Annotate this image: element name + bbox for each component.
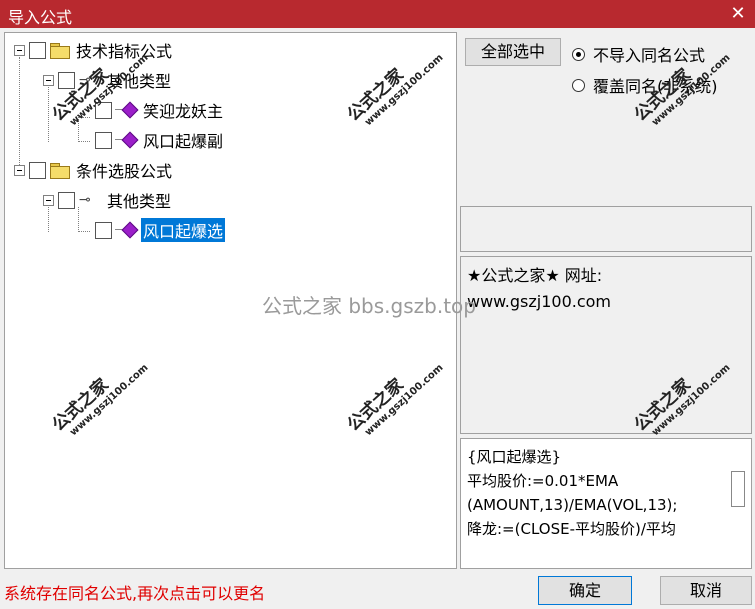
tree-connector: [78, 231, 90, 232]
collapse-icon[interactable]: [14, 164, 25, 176]
tree-node-other-type[interactable]: ⊸ 其他类型: [43, 188, 173, 212]
info-line: ★公式之家★ 网址:: [467, 266, 603, 285]
checkbox[interactable]: [95, 221, 112, 239]
collapse-icon[interactable]: [14, 44, 25, 56]
tree-node-formula-selected[interactable]: 风口起爆选: [91, 218, 226, 242]
checkbox[interactable]: [29, 41, 46, 59]
tree-node-stock-selection[interactable]: 条件选股公式: [14, 158, 174, 182]
checkbox[interactable]: [29, 161, 46, 179]
description-box: [460, 206, 752, 252]
tree-node-formula[interactable]: 风口起爆副: [91, 128, 225, 152]
collapse-icon[interactable]: [43, 74, 54, 86]
key-icon: ⊸: [79, 192, 91, 208]
formula-gem-icon: [115, 132, 137, 148]
ok-button[interactable]: 确定: [538, 576, 632, 605]
window-title: 导入公式: [8, 8, 73, 27]
formula-gem-icon: [115, 222, 137, 238]
radio-dot[interactable]: [572, 78, 585, 92]
folder-icon: [50, 43, 70, 59]
code-line: 平均股价:=0.01*EMA: [467, 472, 619, 490]
formula-gem-icon: [115, 102, 137, 118]
code-line: {风口起爆选}: [467, 448, 562, 466]
select-all-button[interactable]: 全部选中: [465, 38, 561, 66]
tree-connector: [19, 57, 20, 167]
formula-code-view[interactable]: {风口起爆选} 平均股价:=0.01*EMA (AMOUNT,13)/EMA(V…: [460, 438, 752, 569]
checkbox[interactable]: [58, 191, 75, 209]
code-line: 降龙:=(CLOSE-平均股价)/平均: [467, 520, 676, 538]
tree-connector: [78, 141, 90, 142]
tree-node-label: 笑迎龙妖主: [143, 102, 224, 121]
tree-node-label: 风口起爆选: [141, 218, 226, 242]
tree-node-label: 条件选股公式: [76, 162, 173, 181]
code-line: (AMOUNT,13)/EMA(VOL,13);: [467, 496, 678, 514]
close-icon[interactable]: ✕: [725, 2, 751, 26]
checkbox[interactable]: [58, 71, 75, 89]
tree-node-tech-indicators[interactable]: 技术指标公式: [14, 38, 174, 62]
status-message: 系统存在同名公式,再次点击可以更名: [4, 584, 266, 603]
tree-node-label: 风口起爆副: [143, 132, 224, 151]
radio-dot[interactable]: [572, 47, 585, 61]
folder-icon: [50, 163, 70, 179]
title-bar: 导入公式 ✕: [0, 0, 755, 28]
center-watermark: 公式之家 bbs.gszb.top: [262, 294, 476, 318]
tree-connector: [48, 87, 49, 142]
checkbox[interactable]: [95, 131, 112, 149]
cancel-button[interactable]: 取消: [660, 576, 752, 605]
info-url: www.gszj100.com: [467, 292, 612, 311]
info-panel: ★公式之家★ 网址: www.gszj100.com: [460, 256, 752, 434]
scrollbar-thumb[interactable]: [731, 471, 745, 507]
tree-node-formula[interactable]: 笑迎龙妖主: [91, 98, 225, 122]
tree-node-label: 其他类型: [107, 192, 172, 211]
collapse-icon[interactable]: [43, 194, 54, 206]
